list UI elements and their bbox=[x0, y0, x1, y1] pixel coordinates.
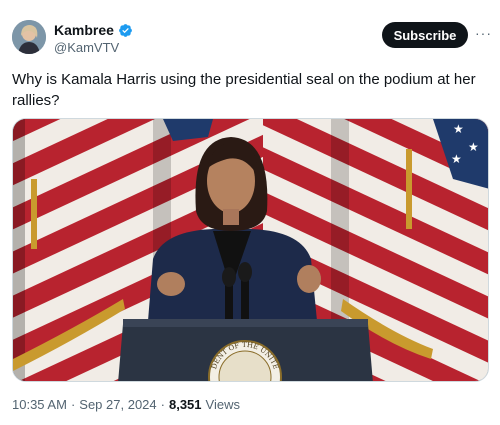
meta-separator: · bbox=[70, 397, 76, 412]
views-label: Views bbox=[205, 397, 240, 412]
avatar-image bbox=[12, 20, 46, 54]
more-options-icon[interactable]: ··· bbox=[475, 25, 492, 41]
tweet-media-image[interactable]: ★ ★ ★ DENT OF THE UNITE bbox=[12, 118, 489, 382]
author-handle[interactable]: @KamVTV bbox=[54, 40, 119, 55]
svg-text:★: ★ bbox=[453, 122, 464, 136]
tweet-date[interactable]: Sep 27, 2024 bbox=[79, 397, 156, 412]
verified-badge-icon bbox=[118, 23, 133, 38]
tweet-text: Why is Kamala Harris using the president… bbox=[12, 71, 476, 109]
tweet-time[interactable]: 10:35 AM bbox=[12, 397, 67, 412]
author-name-row: Kambree bbox=[54, 22, 133, 38]
views-count[interactable]: 8,351 bbox=[169, 397, 202, 412]
author-display-name[interactable]: Kambree bbox=[54, 22, 114, 38]
avatar[interactable] bbox=[12, 20, 46, 54]
svg-text:★: ★ bbox=[451, 152, 462, 166]
tweet-header: Kambree @KamVTV Subscribe ··· bbox=[0, 0, 500, 70]
photo-podium-flags: ★ ★ ★ DENT OF THE UNITE bbox=[13, 119, 488, 381]
subscribe-button[interactable]: Subscribe bbox=[382, 22, 468, 48]
tweet-meta: 10:35 AM · Sep 27, 2024 · 8,351 Views bbox=[12, 397, 240, 412]
meta-separator: · bbox=[160, 397, 165, 412]
svg-text:★: ★ bbox=[468, 140, 479, 154]
